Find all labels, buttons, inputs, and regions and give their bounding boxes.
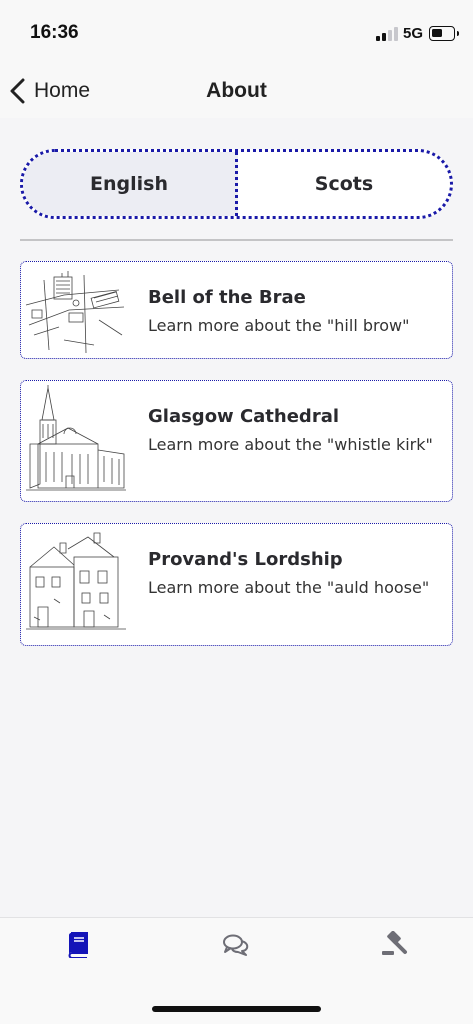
home-indicator [152,1006,321,1012]
page-title: About [206,79,267,102]
language-option-english[interactable]: English [23,152,238,216]
card-title: Provand's Lordship [148,549,343,570]
language-toggle: English Scots [20,149,453,219]
card-title: Bell of the Brae [148,287,306,308]
status-time: 16:36 [30,22,79,43]
card-bell-of-the-brae[interactable]: Bell of the Brae Learn more about the "h… [20,261,453,359]
book-icon [68,932,88,958]
tab-about[interactable] [58,928,98,962]
signal-strength-icon [376,27,398,41]
battery-icon [429,26,459,41]
gavel-icon [382,931,407,955]
card-glasgow-cathedral[interactable]: Glasgow Cathedral Learn more about the "… [20,380,453,502]
card-provands-lordship[interactable]: Provand's Lordship Learn more about the … [20,523,453,646]
card-subtitle: Learn more about the "hill brow" [148,316,410,335]
divider [20,239,453,241]
card-subtitle: Learn more about the "auld hoose" [148,578,430,597]
house-sketch-illustration [24,527,127,642]
network-type: 5G [403,25,424,42]
street-sketch-illustration [24,265,127,355]
tab-conversation[interactable] [216,928,256,962]
cathedral-sketch-illustration [24,384,127,498]
card-title: Glasgow Cathedral [148,406,340,427]
tab-tools[interactable] [374,928,414,962]
navigation-bar: Home About [0,62,473,118]
card-subtitle: Learn more about the "whistle kirk" [148,435,433,454]
chat-bubbles-icon [223,934,249,956]
language-option-scots[interactable]: Scots [238,152,450,216]
status-bar: 16:36 5G [0,0,473,62]
